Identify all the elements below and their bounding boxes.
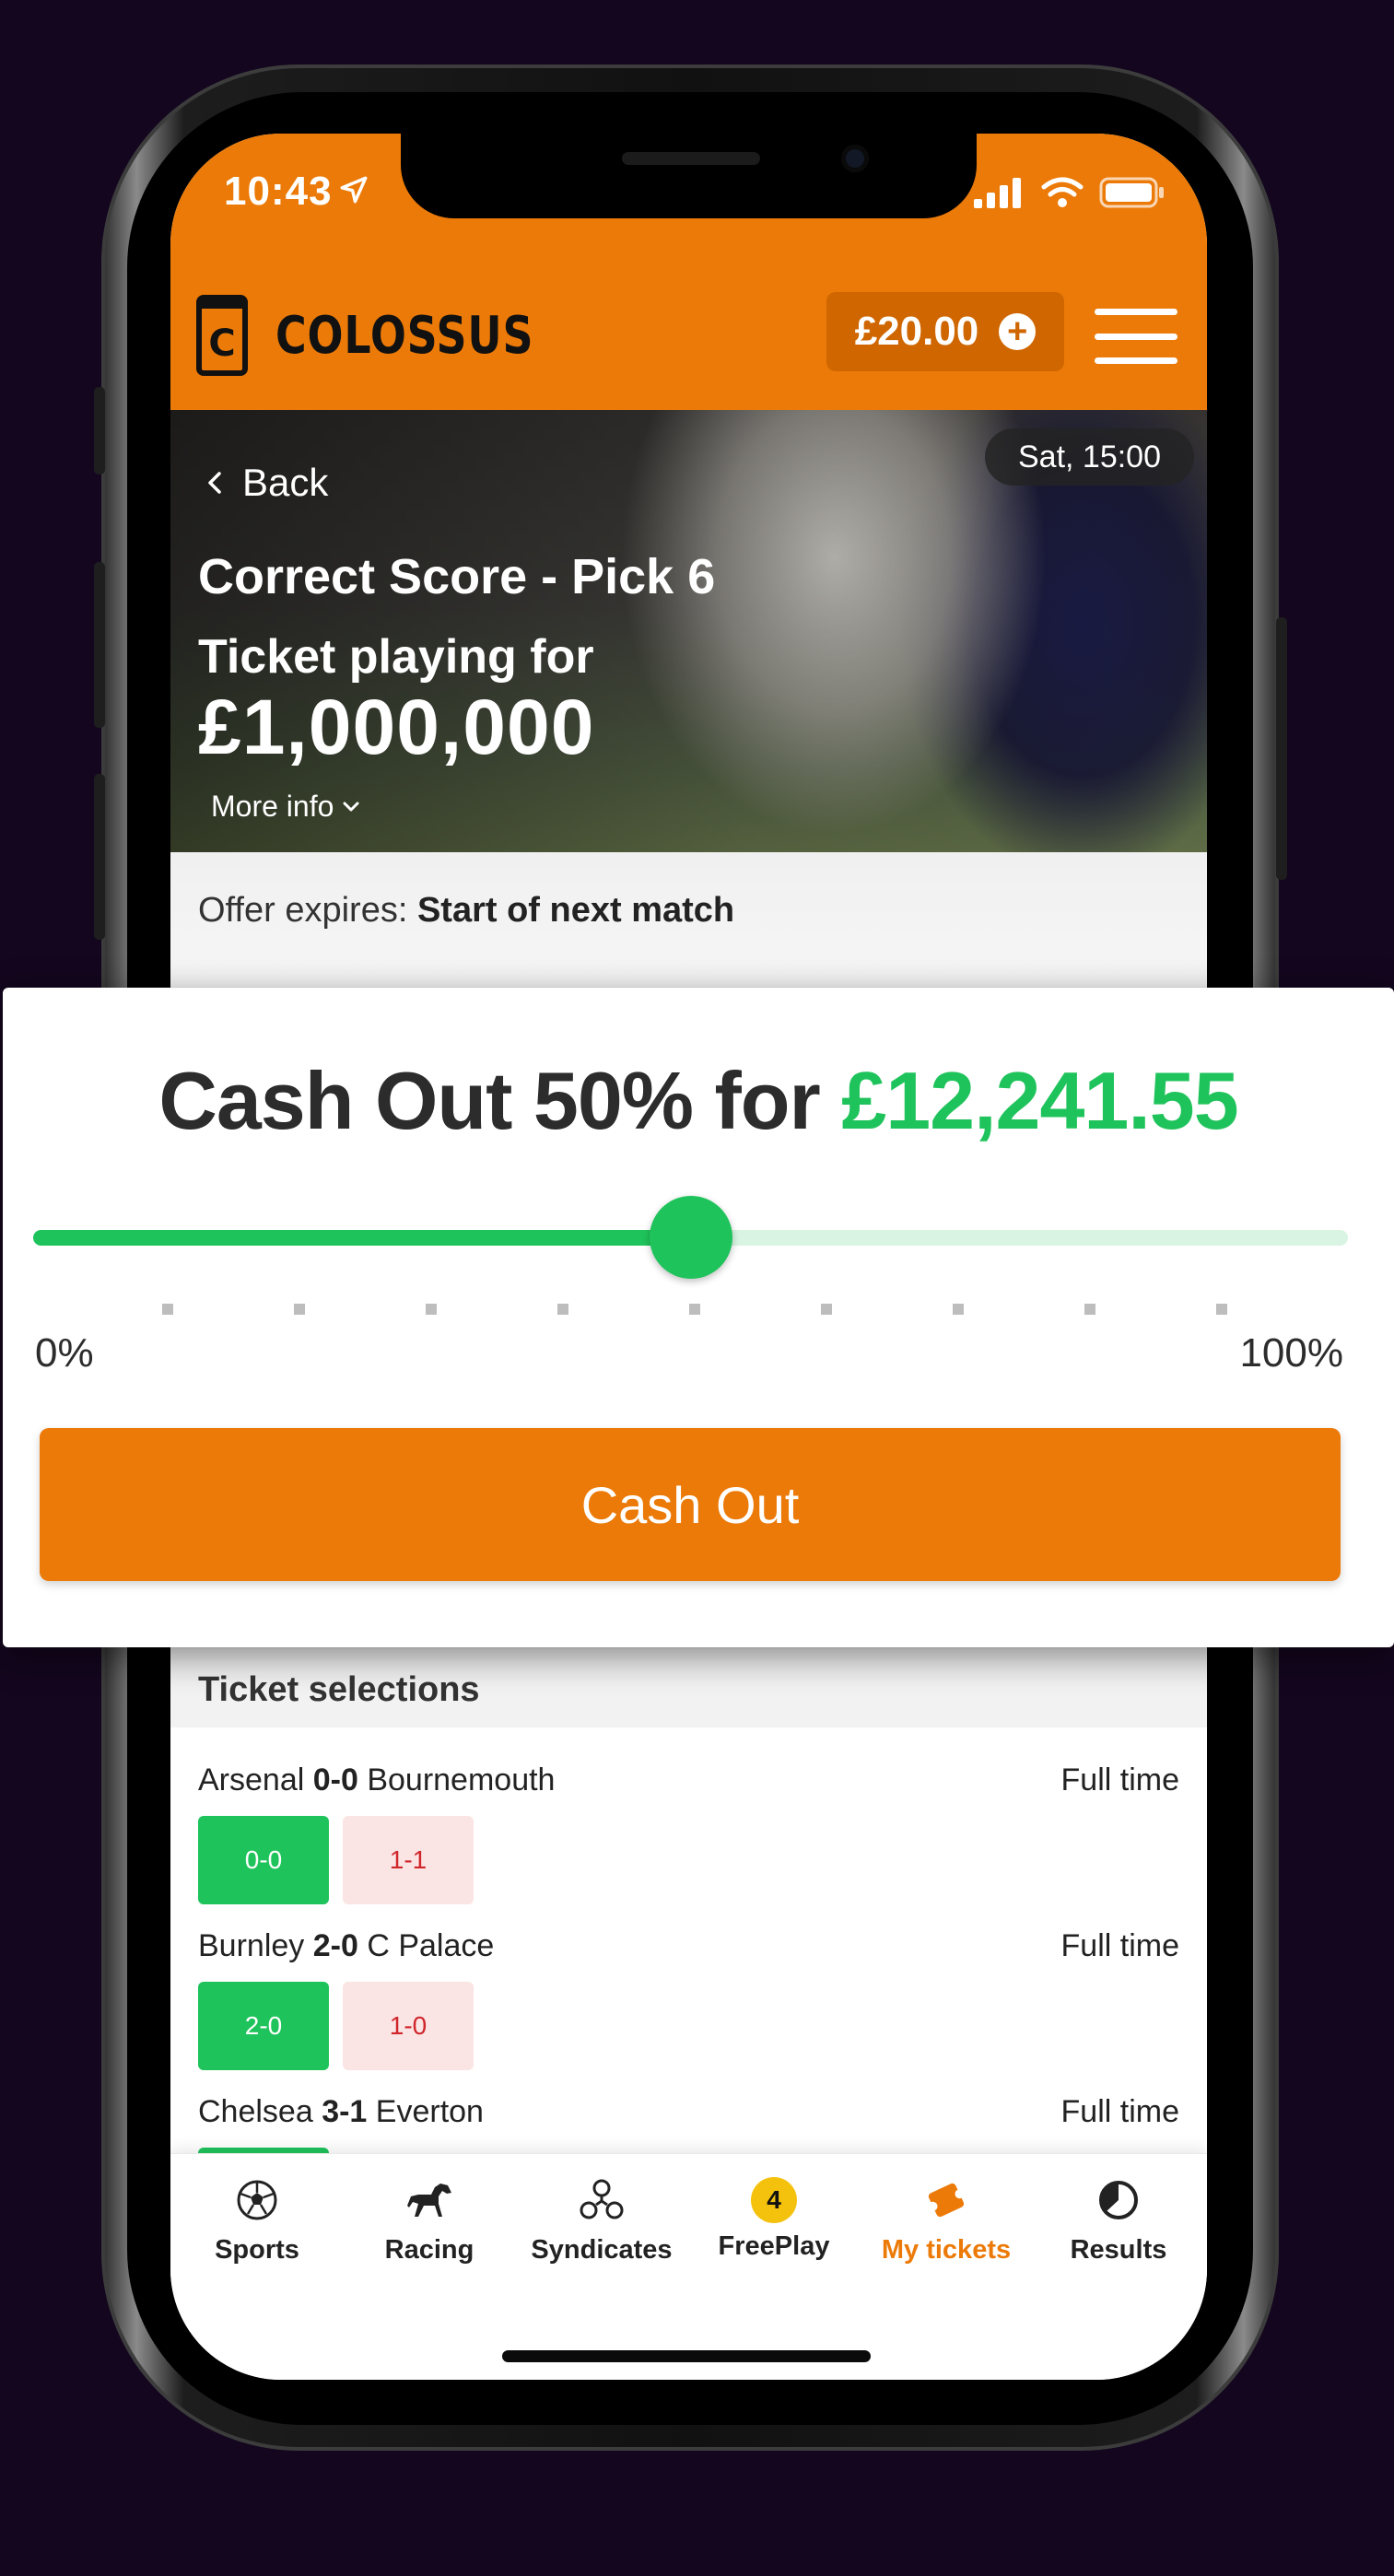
- cashout-modal: Cash Out 50% for £12,241.55 0% 100% Cash…: [3, 988, 1394, 1647]
- tab-freeplay[interactable]: 4 FreePlay: [687, 2172, 861, 2262]
- more-info-link[interactable]: More info: [211, 790, 359, 824]
- syndicates-icon: [580, 2179, 624, 2219]
- cashout-title: Cash Out 50% for £12,241.55: [3, 1054, 1394, 1148]
- slider-tick: [557, 1304, 568, 1315]
- offer-expiry-bar: Offer expires: Start of next match: [170, 852, 1207, 990]
- status-icons: [974, 176, 1166, 209]
- more-info-label: More info: [211, 790, 334, 823]
- location-arrow-icon: [340, 176, 368, 204]
- offer-label: Offer expires:: [198, 891, 408, 930]
- phone-button-power: [1276, 617, 1287, 880]
- tab-label: FreePlay: [718, 2231, 830, 2261]
- back-label: Back: [242, 461, 329, 504]
- results-icon: [1099, 2181, 1138, 2219]
- balance-button[interactable]: £20.00 +: [826, 292, 1064, 371]
- slider-tick: [1216, 1304, 1227, 1315]
- horse-icon: [407, 2184, 451, 2217]
- home-indicator[interactable]: [502, 2350, 871, 2362]
- slider-min-label: 0%: [35, 1330, 94, 1376]
- tab-label: Syndicates: [531, 2235, 673, 2265]
- tab-label: Racing: [384, 2235, 474, 2265]
- battery-icon: [1099, 177, 1164, 208]
- slider-tick: [162, 1304, 173, 1315]
- cashout-title-prefix: Cash Out 50% for: [158, 1055, 820, 1146]
- winning-pick: 2-0: [198, 1982, 329, 2070]
- match-status: Full time: [1060, 2094, 1179, 2129]
- slider-max-label: 100%: [1239, 1330, 1343, 1376]
- match-line: Arsenal 0-0 Bournemouth: [198, 1762, 556, 1797]
- cash-out-button[interactable]: Cash Out: [40, 1428, 1341, 1581]
- slider-tick: [1084, 1304, 1095, 1315]
- hamburger-menu-icon[interactable]: [1095, 309, 1177, 364]
- slider-tick: [426, 1304, 437, 1315]
- status-time: 10:43: [224, 169, 333, 214]
- losing-pick: 1-0: [343, 1982, 474, 2070]
- offer-value: Start of next match: [416, 891, 735, 930]
- phone-button-volume-up: [94, 562, 105, 728]
- phone-button-silent: [94, 387, 105, 474]
- kickoff-badge: Sat, 15:00: [984, 428, 1194, 486]
- colossus-logo[interactable]: C COLOSSUS: [196, 295, 591, 376]
- speaker: [622, 152, 760, 165]
- cashout-amount: £12,241.55: [841, 1055, 1238, 1146]
- winning-pick: 0-0: [198, 1816, 329, 1904]
- tab-racing[interactable]: Racing: [343, 2172, 516, 2266]
- tab-my-tickets[interactable]: My tickets: [860, 2172, 1033, 2266]
- slider-tick: [689, 1304, 700, 1315]
- selection-row: Burnley 2-0 C Palace Full time 2-0 1-0: [170, 1928, 1207, 2094]
- app-header: C COLOSSUS £20.00 +: [170, 253, 1207, 410]
- match-line: Chelsea 3-1 Everton: [198, 2094, 484, 2129]
- colossus-logo-icon: C: [196, 295, 248, 376]
- ticket-icon: [928, 2183, 965, 2218]
- cashout-slider-thumb[interactable]: [649, 1196, 732, 1279]
- losing-pick: 1-1: [343, 1816, 474, 1904]
- match-status: Full time: [1060, 1928, 1179, 1963]
- jackpot-amount: £1,000,000: [198, 684, 595, 770]
- slider-tick: [953, 1304, 964, 1315]
- logo-letter: C: [208, 322, 235, 365]
- match-line: Burnley 2-0 C Palace: [198, 1928, 495, 1963]
- balance-amount: £20.00: [854, 309, 979, 354]
- selection-row: Arsenal 0-0 Bournemouth Full time 0-0 1-…: [170, 1762, 1207, 1928]
- hero-banner: Back Sat, 15:00 Correct Score - Pick 6 T…: [170, 410, 1207, 852]
- notch: [401, 134, 977, 218]
- freeplay-count-badge: 4: [751, 2177, 797, 2223]
- add-funds-icon: +: [999, 313, 1037, 350]
- ticket-subtitle: Ticket playing for: [198, 630, 594, 684]
- slider-tick: [294, 1304, 305, 1315]
- chevron-left-icon: [208, 472, 221, 494]
- wifi-icon: [1041, 177, 1084, 207]
- tab-label: Results: [1070, 2235, 1167, 2265]
- tab-sports[interactable]: Sports: [170, 2172, 344, 2266]
- slider-tick: [821, 1304, 832, 1315]
- chevron-down-icon: [343, 802, 359, 811]
- front-camera: [841, 145, 869, 172]
- match-status: Full time: [1060, 1762, 1179, 1797]
- tab-label: Sports: [215, 2235, 299, 2265]
- bottom-tab-bar: Sports Racing Syndicates 4 FreePlay My t…: [170, 2153, 1207, 2380]
- ticket-selections-header: Ticket selections: [170, 1635, 1207, 1727]
- offer-expiry-text: Offer expires: Start of next match: [198, 891, 734, 931]
- tab-results[interactable]: Results: [1032, 2172, 1205, 2266]
- brand-name: COLOSSUS: [275, 305, 534, 366]
- tab-label: My tickets: [881, 2235, 1012, 2265]
- cashout-slider-fill: [33, 1230, 691, 1246]
- tab-syndicates[interactable]: Syndicates: [515, 2172, 688, 2266]
- ticket-selections-title: Ticket selections: [198, 1670, 480, 1709]
- game-title: Correct Score - Pick 6: [198, 549, 716, 604]
- signal-icon: [974, 178, 1021, 208]
- phone-button-volume-down: [94, 774, 105, 940]
- back-button[interactable]: Back: [207, 461, 328, 505]
- football-icon: [237, 2180, 277, 2220]
